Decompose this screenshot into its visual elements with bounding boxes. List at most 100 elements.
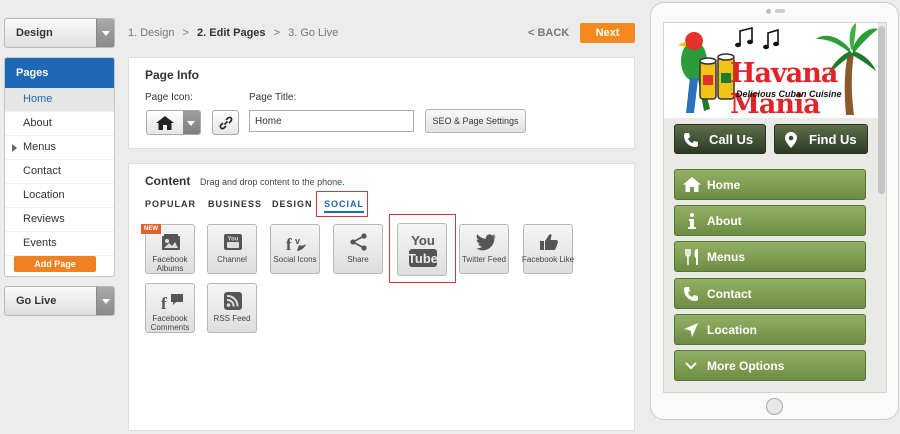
speaker-slot xyxy=(775,9,785,13)
tile-label: Facebook Albums xyxy=(152,255,188,273)
page-item-label: Reviews xyxy=(23,213,65,225)
tile-youtube[interactable]: You Tube xyxy=(397,223,447,276)
content-hint: Drag and drop content to the phone. xyxy=(200,177,345,187)
page-item-events[interactable]: Events xyxy=(5,232,114,256)
back-link[interactable]: < BACK xyxy=(528,27,569,39)
add-page-button[interactable]: Add Page xyxy=(14,256,96,272)
svg-text:f: f xyxy=(286,235,292,253)
content-panel: Content Drag and drop content to the pho… xyxy=(128,163,635,431)
tile-twitter-feed[interactable]: Twitter Feed xyxy=(459,224,509,274)
go-live-dropdown-label: Go Live xyxy=(16,295,57,307)
phone-home-button xyxy=(766,398,783,415)
page-item-label: Contact xyxy=(23,165,61,177)
phone-screen[interactable]: Havana Mania Delicious Cuban Cuisine Cal… xyxy=(663,22,887,393)
tile-label: Facebook Like xyxy=(521,255,575,264)
fork-knife-icon xyxy=(685,249,698,265)
page-title-input[interactable] xyxy=(249,110,414,132)
phone-nav-home[interactable]: Home xyxy=(674,169,866,200)
share-icon xyxy=(350,233,367,251)
link-button[interactable] xyxy=(212,110,239,135)
pages-header: Pages xyxy=(5,58,114,88)
expand-triangle-icon[interactable] xyxy=(12,144,17,152)
svg-text:You: You xyxy=(411,233,435,248)
phone-nav-label: More Options xyxy=(707,359,785,373)
tile-rss-feed[interactable]: RSS Feed xyxy=(207,283,257,333)
camera-dot xyxy=(766,9,771,14)
photo-album-icon xyxy=(162,234,180,250)
phone-preview: Havana Mania Delicious Cuban Cuisine Cal… xyxy=(650,2,899,420)
home-icon xyxy=(683,177,701,192)
youtube-channel-icon: You xyxy=(224,234,242,250)
step-design[interactable]: 1. Design xyxy=(128,27,174,39)
map-pin-icon xyxy=(785,132,797,148)
tile-facebook-albums[interactable]: NEW Facebook Albums xyxy=(141,224,195,274)
new-badge: NEW xyxy=(141,224,161,234)
tab-popular[interactable]: POPULAR xyxy=(145,199,196,209)
page-info-title: Page Info xyxy=(145,68,200,82)
page-item-label: Location xyxy=(23,189,65,201)
tile-label: Channel xyxy=(217,255,247,264)
design-dropdown-label: Design xyxy=(16,27,53,39)
phone-nav-more-options[interactable]: More Options xyxy=(674,350,866,381)
phone-nav-location[interactable]: Location xyxy=(674,314,866,345)
phone-nav-label: Home xyxy=(707,178,741,192)
youtube-icon: You Tube xyxy=(408,233,438,267)
social-icons-icon: fv xyxy=(286,235,306,253)
seo-page-settings-button[interactable]: SEO & Page Settings xyxy=(425,109,526,133)
next-button[interactable]: Next xyxy=(580,23,635,43)
breadcrumb-separator: > xyxy=(182,27,189,39)
phone-nav-menus[interactable]: Menus xyxy=(674,241,866,272)
tile-facebook-like[interactable]: Facebook Like xyxy=(521,224,575,274)
svg-text:You: You xyxy=(228,237,239,243)
chevron-down-icon xyxy=(685,362,697,370)
phone-nav-contact[interactable]: Contact xyxy=(674,278,866,309)
page-item-contact[interactable]: Contact xyxy=(5,160,114,184)
page-icon-label: Page Icon: xyxy=(145,92,193,103)
page-item-label: Menus xyxy=(23,141,57,153)
step-go-live[interactable]: 3. Go Live xyxy=(288,27,338,39)
go-live-dropdown[interactable]: Go Live xyxy=(4,286,115,316)
thumbs-up-icon xyxy=(540,234,558,250)
page-icon-select[interactable] xyxy=(146,110,201,135)
page-title-label: Page Title: xyxy=(249,92,297,103)
svg-text:Tube: Tube xyxy=(408,251,438,266)
tile-channel[interactable]: You Channel xyxy=(207,224,257,274)
tab-business[interactable]: BUSINESS xyxy=(208,199,262,209)
call-us-button[interactable]: Call Us xyxy=(674,124,766,154)
tile-label: Share xyxy=(347,255,369,264)
page-item-label: Events xyxy=(23,237,57,249)
phone-scrollbar[interactable] xyxy=(878,26,885,194)
tab-social[interactable]: SOCIAL xyxy=(324,199,365,213)
tile-facebook-comments[interactable]: f Facebook Comments xyxy=(145,283,195,333)
tab-design[interactable]: DESIGN xyxy=(272,199,313,209)
page-item-about[interactable]: About xyxy=(5,112,114,136)
phone-icon xyxy=(684,287,698,301)
page-item-label: Home xyxy=(23,93,53,105)
rss-icon xyxy=(224,292,242,310)
find-us-button[interactable]: Find Us xyxy=(774,124,868,154)
breadcrumb: 1. Design > 2. Edit Pages > 3. Go Live xyxy=(128,27,338,39)
svg-text:v: v xyxy=(295,236,300,246)
tile-share[interactable]: Share xyxy=(333,224,383,274)
tile-label: RSS Feed xyxy=(213,314,251,323)
chevron-down-icon[interactable] xyxy=(96,19,114,47)
page-item-location[interactable]: Location xyxy=(5,184,114,208)
design-dropdown[interactable]: Design xyxy=(4,18,115,48)
music-notes-icon xyxy=(735,26,779,50)
chevron-down-icon[interactable] xyxy=(183,111,200,134)
page-item-reviews[interactable]: Reviews xyxy=(5,208,114,232)
location-arrow-icon xyxy=(684,323,698,337)
phone-nav-label: About xyxy=(707,214,742,228)
page-item-menus[interactable]: Menus xyxy=(5,136,114,160)
find-us-label: Find Us xyxy=(809,132,857,147)
phone-nav-about[interactable]: About xyxy=(674,205,866,236)
link-icon xyxy=(219,116,233,130)
tile-label: Social Icons xyxy=(273,255,317,264)
page-item-home[interactable]: Home xyxy=(5,88,114,112)
chevron-down-icon[interactable] xyxy=(96,287,114,315)
tile-label: Facebook Comments xyxy=(150,314,190,332)
phone-nav-label: Menus xyxy=(707,250,746,264)
svg-text:f: f xyxy=(161,294,167,310)
tile-social-icons[interactable]: fv Social Icons xyxy=(270,224,320,274)
twitter-bird-icon xyxy=(476,234,496,251)
